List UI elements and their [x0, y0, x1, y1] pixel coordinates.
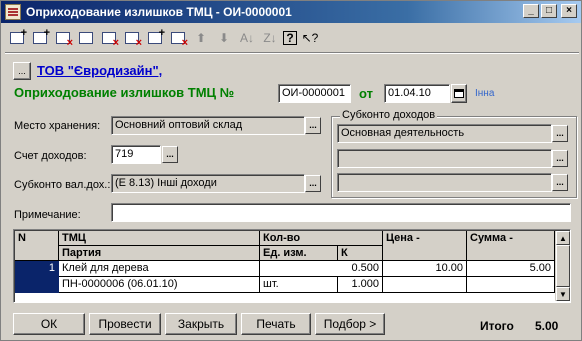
close-button[interactable]: Закрыть — [165, 313, 237, 335]
cell-tmc[interactable]: Клей для дерева — [59, 261, 260, 277]
edit-row-icon[interactable] — [76, 29, 96, 47]
col-header-tmc[interactable]: ТМЦ — [59, 231, 260, 246]
col-header-k[interactable]: К — [338, 246, 383, 261]
move-up-icon[interactable]: ⬆ — [191, 29, 211, 47]
toolbar-divider — [5, 52, 579, 54]
delete-row-icon[interactable] — [53, 29, 73, 49]
ok-button[interactable]: ОК — [13, 313, 85, 335]
cell-k[interactable]: 1.000 — [338, 277, 383, 293]
note-field[interactable] — [111, 203, 571, 222]
col-header-price[interactable]: Цена - — [383, 231, 467, 261]
sort-asc-icon[interactable]: A↓ — [237, 29, 257, 47]
cell-sum[interactable]: 5.00 — [467, 261, 555, 277]
income-subconto-1-select-button[interactable]: ... — [552, 125, 568, 142]
move-down-icon[interactable]: ⬇ — [214, 29, 234, 47]
date-label: от — [359, 86, 373, 101]
subconto-select-button[interactable]: ... — [305, 175, 321, 192]
subconto-label: Субконто вал.дох.: — [14, 179, 111, 191]
income-subconto-field-2[interactable] — [337, 149, 552, 168]
storage-label: Место хранения: — [14, 120, 101, 132]
doc-number-field[interactable]: ОИ-0000001 — [278, 84, 351, 103]
post-button[interactable]: Провести — [89, 313, 161, 335]
cell-batch[interactable]: ПН-0000006 (06.01.10) — [59, 277, 260, 293]
delete-mark-icon[interactable] — [99, 29, 119, 49]
select-button[interactable]: Подбор > — [315, 313, 385, 335]
scroll-up-button[interactable]: ▲ — [556, 231, 570, 245]
col-header-qty[interactable]: Кол-во — [260, 231, 383, 246]
scroll-thumb[interactable] — [556, 245, 570, 287]
cell-n[interactable]: 1 — [15, 261, 59, 277]
scroll-down-button[interactable]: ▼ — [556, 287, 570, 301]
user-name: Інна — [475, 88, 495, 99]
total-label: Итого — [480, 319, 514, 333]
col-header-batch[interactable]: Партия — [59, 246, 260, 261]
income-subconto-legend: Субконто доходов — [340, 109, 438, 121]
goods-table[interactable]: N ТМЦ Кол-во Цена - Сумма - Партия Ед. и… — [13, 229, 571, 303]
cell-unit[interactable]: шт. — [260, 277, 338, 293]
toolbar: ⬆ ⬇ A↓ Z↓ ? ↖? — [7, 27, 320, 49]
context-help-icon[interactable]: ↖? — [300, 29, 320, 47]
income-account-field[interactable]: 719 — [111, 145, 161, 164]
calendar-icon — [454, 89, 464, 98]
col-header-unit[interactable]: Ед. изм. — [260, 246, 338, 261]
window-title: Оприходование излишков ТМЦ - ОИ-0000001 — [26, 5, 292, 19]
income-subconto-2-select-button[interactable]: ... — [552, 150, 568, 167]
calendar-button[interactable] — [451, 84, 467, 103]
close-window-button[interactable]: × — [561, 4, 577, 18]
income-subconto-field-3[interactable] — [337, 173, 552, 192]
income-subconto-field-1[interactable]: Основная деятельность — [337, 124, 552, 143]
col-header-n[interactable]: N — [15, 231, 59, 261]
print-button[interactable]: Печать — [241, 313, 311, 335]
new-row-icon[interactable] — [7, 27, 27, 47]
cell-price[interactable]: 10.00 — [383, 261, 467, 277]
total-value: 5.00 — [535, 319, 559, 333]
maximize-button[interactable]: □ — [541, 4, 557, 18]
note-label: Примечание: — [14, 209, 81, 221]
income-subconto-3-select-button[interactable]: ... — [552, 174, 568, 191]
table-vertical-scrollbar[interactable]: ▲ ▼ — [555, 231, 570, 301]
storage-field[interactable]: Основний оптовий склад — [111, 116, 305, 135]
title-bar[interactable]: Оприходование излишков ТМЦ - ОИ-0000001 … — [1, 1, 581, 23]
storage-select-button[interactable]: ... — [305, 117, 321, 134]
document-window: Оприходование излишков ТМЦ - ОИ-0000001 … — [0, 0, 582, 341]
delete-mark-copy-icon[interactable] — [122, 29, 142, 49]
col-header-sum[interactable]: Сумма - — [467, 231, 555, 261]
minimize-button[interactable]: _ — [523, 4, 539, 18]
new-group-icon[interactable] — [145, 27, 165, 47]
date-field[interactable]: 01.04.10 — [384, 84, 450, 103]
document-icon — [5, 4, 21, 20]
income-account-select-button[interactable]: ... — [162, 146, 178, 163]
cell-sum-2[interactable] — [467, 277, 555, 293]
subconto-field[interactable]: (Е 8.13) Інші доходи — [111, 174, 305, 193]
document-title: Оприходование излишков ТМЦ № — [14, 85, 235, 100]
sort-desc-icon[interactable]: Z↓ — [260, 29, 280, 47]
company-select-button[interactable]: ... — [13, 62, 31, 80]
help-icon[interactable]: ? — [283, 31, 297, 45]
copy-row-icon[interactable] — [30, 27, 50, 47]
cell-price-2[interactable] — [383, 277, 467, 293]
cell-qty[interactable]: 0.500 — [260, 261, 383, 277]
company-link[interactable]: ТОВ "Євродизайн", — [37, 63, 162, 78]
income-account-label: Счет доходов: — [14, 150, 87, 162]
insert-row-icon[interactable] — [168, 29, 188, 49]
